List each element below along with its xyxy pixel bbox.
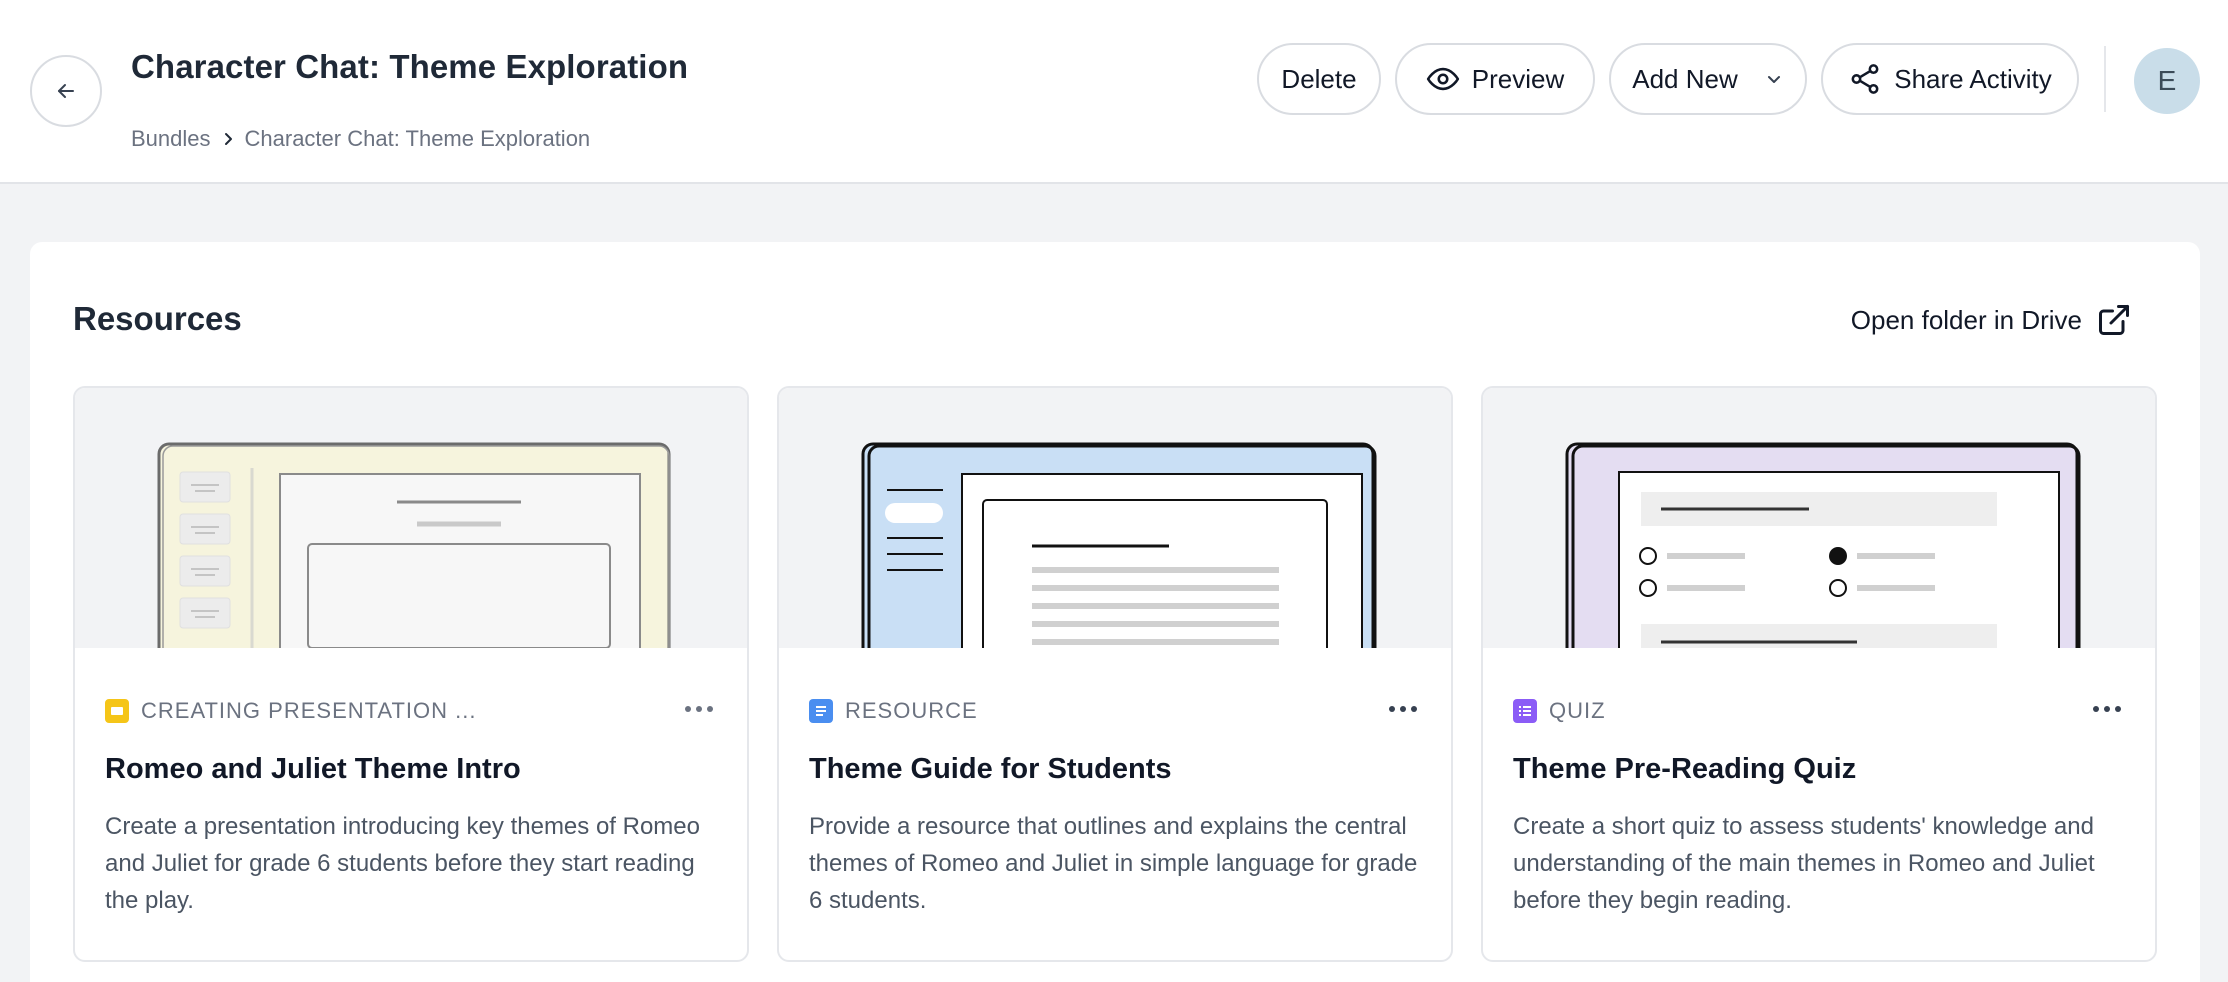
breadcrumb: Bundles Character Chat: Theme Exploratio… [131,126,590,152]
more-dot [2115,706,2121,712]
resource-card[interactable]: CREATING PRESENTATION ... Romeo and Juli… [73,386,749,962]
share-activity-label: Share Activity [1894,63,2052,94]
card-type: RESOURCE [809,698,978,724]
card-title: Theme Pre-Reading Quiz [1513,753,1857,785]
card-title: Theme Guide for Students [809,753,1172,785]
quiz-icon [1513,699,1537,723]
breadcrumb-current: Character Chat: Theme Exploration [244,126,591,151]
add-new-button-label: Add New [1632,63,1738,94]
more-dot [2104,706,2110,712]
top-header: Character Chat: Theme Exploration Bundle… [0,0,2228,184]
header-divider [2104,46,2106,112]
eye-icon [1426,62,1460,96]
more-dot [707,706,713,712]
card-type-label: CREATING PRESENTATION ... [141,698,477,723]
chevron-down-icon [1764,69,1784,89]
card-title: Romeo and Juliet Theme Intro [105,753,521,785]
more-dot [1400,706,1406,712]
arrow-left-icon [58,84,74,98]
back-button[interactable] [30,55,102,127]
open-folder-in-drive-link[interactable]: Open folder in Drive [1851,302,2132,338]
card-type: CREATING PRESENTATION ... [105,698,476,724]
card-type-label: QUIZ [1549,698,1606,723]
page-title: Character Chat: Theme Exploration [131,48,689,85]
resource-card[interactable]: QUIZ Theme Pre-Reading Quiz Create a sho… [1481,386,2157,962]
share-icon [1848,62,1882,96]
resources-panel: Resources Open folder in Drive CREATING … [30,242,2200,982]
card-description: Create a presentation introducing key th… [105,813,700,914]
more-dot [1411,706,1417,712]
more-options-button[interactable] [679,694,719,724]
resource-card[interactable]: RESOURCE Theme Guide for Students Provid… [777,386,1453,962]
external-link-icon [2096,302,2132,338]
breadcrumb-bundles-link[interactable]: Bundles [131,126,211,152]
delete-button[interactable]: Delete [1257,43,1381,115]
card-description: Create a short quiz to assess students' … [1513,813,2095,914]
more-dots-icon [1389,706,1395,712]
more-dot [696,706,702,712]
document-icon [809,699,833,723]
share-activity-button[interactable]: Share Activity [1821,43,2079,115]
card-thumbnail [779,388,1451,648]
preview-button-label: Preview [1471,63,1565,94]
chevron-right-icon [221,132,235,146]
card-thumbnail [75,388,747,648]
open-folder-in-drive-label: Open folder in Drive [1850,304,2082,335]
more-dots-icon [685,706,691,712]
add-new-button[interactable]: Add New [1609,43,1807,115]
preview-button[interactable]: Preview [1395,43,1595,115]
card-type: QUIZ [1513,698,1606,724]
more-dots-icon [2093,706,2099,712]
more-options-button[interactable] [1383,694,1423,724]
slides-icon [105,699,129,723]
card-description: Provide a resource that outlines and exp… [809,813,1418,914]
avatar[interactable]: E [2134,48,2200,114]
card-type-label: RESOURCE [845,698,978,723]
card-thumbnail [1483,388,2155,648]
delete-button-label: Delete [1281,63,1357,94]
more-options-button[interactable] [2087,694,2127,724]
header-actions: Delete Preview Add New Share Activity [1257,43,2079,115]
resources-heading: Resources [73,300,242,337]
